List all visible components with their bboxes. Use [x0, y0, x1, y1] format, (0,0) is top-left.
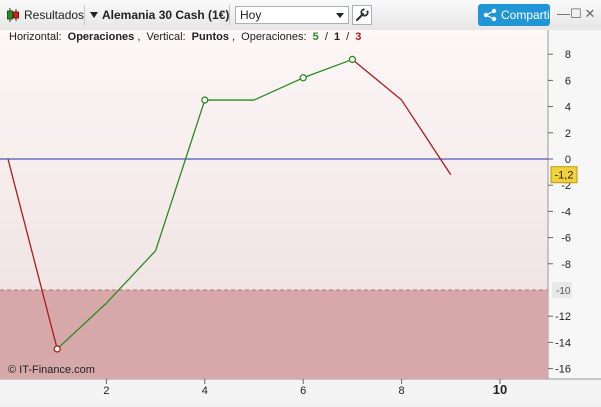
axis-panel — [548, 30, 601, 379]
share-button[interactable]: Compartir — [478, 4, 554, 26]
chart-header: Horizontal: Operaciones , Vertical: Punt… — [9, 31, 361, 43]
instrument-selector[interactable]: Alemania 30 Cash (1€) — [102, 6, 229, 24]
vertical-label: Vertical: — [146, 31, 185, 43]
data-point-marker[interactable] — [201, 96, 209, 104]
horizontal-value: Operaciones — [68, 31, 135, 43]
maximize-icon[interactable]: ☐ — [570, 7, 582, 21]
results-chart: -10 8 6 4 2 0 -2 -4 -6 -8 -12 -14 -16 2 4 6 8 10 -1,2 Hori… — [0, 30, 601, 402]
instrument-dropdown-icon[interactable] — [90, 12, 98, 18]
share-icon — [483, 8, 497, 22]
operations-even-count: 1 — [334, 31, 340, 43]
y-tick-label: 8 — [565, 49, 571, 61]
operations-separator: / — [346, 31, 350, 43]
y-tick-label: 2 — [565, 128, 571, 140]
x-tick-label: 6 — [300, 385, 306, 397]
watermark: © IT-Finance.com — [8, 364, 95, 376]
share-label: Compartir — [501, 8, 554, 22]
operations-label: Operaciones: — [241, 31, 306, 43]
wrench-icon — [355, 8, 369, 22]
operations-win-count: 5 — [313, 31, 319, 43]
y-tick-label: 4 — [565, 102, 571, 114]
current-value-label: -1,2 — [555, 170, 574, 182]
y-tick-label: -14 — [555, 337, 571, 349]
toolbar-divider — [229, 5, 230, 25]
y-tick-label: 0 — [565, 154, 571, 166]
data-point-marker[interactable] — [53, 345, 61, 353]
x-tick-label: 2 — [103, 385, 109, 397]
header-separator: , — [137, 31, 140, 43]
y-tick-label: -6 — [561, 233, 571, 245]
y-tick-label: -8 — [561, 259, 571, 271]
data-point-marker[interactable] — [299, 74, 307, 82]
y-tick-label: -12 — [555, 311, 571, 323]
toolbar: Resultados Alemania 30 Cash (1€) Hoy Com… — [0, 0, 601, 31]
y-tick-label: -16 — [555, 364, 571, 376]
data-point-marker[interactable] — [348, 55, 357, 64]
period-select-value: Hoy — [240, 8, 262, 22]
y-tick-label: -4 — [561, 206, 571, 218]
horizontal-label: Horizontal: — [9, 31, 62, 43]
results-label[interactable]: Resultados — [24, 6, 84, 24]
candlestick-icon — [7, 8, 19, 22]
chart-svg: -1086420-2-4-6-8-12-14-162 4 6 8 10-1,2 Hori… — [0, 30, 601, 402]
minimize-icon[interactable]: — — [557, 7, 570, 21]
header-separator: , — [232, 31, 235, 43]
operations-separator: / — [325, 31, 329, 43]
x-tick-label: 10 — [493, 382, 507, 397]
vertical-value: Puntos — [192, 31, 229, 43]
x-tick-label: 8 — [399, 385, 405, 397]
chevron-down-icon — [336, 13, 344, 18]
x-tick-label: 4 — [202, 385, 208, 397]
y-tick-label: 6 — [565, 75, 571, 87]
settings-button[interactable] — [352, 5, 372, 25]
toolbar-divider — [84, 5, 85, 25]
operations-loss-count: 3 — [355, 31, 361, 43]
close-icon[interactable]: ✕ — [584, 7, 596, 21]
period-select[interactable]: Hoy — [235, 6, 349, 24]
threshold-label: -10 — [556, 286, 571, 297]
